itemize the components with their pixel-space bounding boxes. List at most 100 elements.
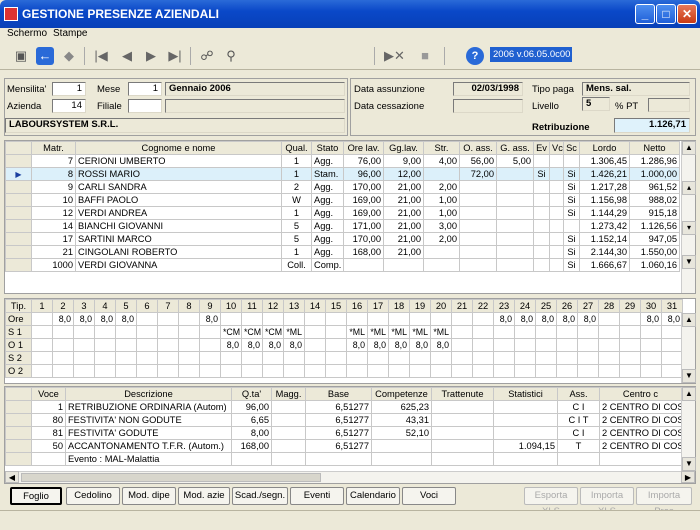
day-cell[interactable]: 8,0 [535,312,557,326]
day-cell[interactable] [31,351,53,365]
scroll-up-icon[interactable]: ▴ [682,181,696,195]
day-cell[interactable] [472,351,494,365]
day-cell[interactable] [640,338,662,352]
table-cell[interactable] [599,452,682,466]
table-cell[interactable]: 169,00 [343,193,384,207]
day-cell[interactable] [94,364,116,378]
day-cell[interactable] [388,312,410,326]
day-cell[interactable] [493,338,515,352]
table-cell[interactable]: 1.144,29 [579,206,630,220]
row-indicator[interactable] [5,245,32,259]
day-cell[interactable]: *CM [241,325,263,339]
table-cell[interactable]: 961,52 [629,180,680,194]
day-header[interactable]: 3 [73,299,95,313]
day-cell[interactable] [157,325,179,339]
column-header[interactable]: Trattenute [431,387,494,401]
day-cell[interactable] [136,351,158,365]
table-cell[interactable]: 169,00 [343,206,384,220]
day-cell[interactable] [157,351,179,365]
day-cell[interactable] [136,338,158,352]
day-cell[interactable] [661,351,683,365]
table-row[interactable]: 7 CERIONI UMBERTO 1 Agg. 76,00 9,00 4,00 56,00 5… [5,154,680,168]
day-cell[interactable] [241,351,263,365]
table-cell[interactable]: 1.060,16 [629,258,680,272]
minimize-button[interactable]: _ [635,4,655,24]
day-cell[interactable] [619,364,641,378]
row-indicator[interactable] [5,206,32,220]
day-cell[interactable]: *ML [283,325,305,339]
day-header[interactable]: 2 [52,299,74,313]
table-cell[interactable] [533,245,550,259]
column-header[interactable]: Cognome e nome [75,141,282,155]
day-cell[interactable] [262,364,284,378]
table-cell[interactable] [423,167,460,181]
table-cell[interactable] [563,154,580,168]
table-cell[interactable]: 1000 [31,258,76,272]
table-cell[interactable]: Si [563,193,580,207]
table-cell[interactable]: 1 [31,400,66,414]
table-cell[interactable]: 988,02 [629,193,680,207]
column-header[interactable]: Competenze [371,387,432,401]
column-header[interactable]: Descrizione [65,387,232,401]
table-row[interactable]: 21 CINGOLANI ROBERTO 1 Agg. 168,00 21,00 Si 2.1… [5,245,680,259]
day-cell[interactable] [199,325,221,339]
day-cell[interactable] [304,325,326,339]
day-cell[interactable] [157,312,179,326]
row-indicator[interactable] [5,232,32,246]
day-cell[interactable] [346,351,368,365]
column-header[interactable]: Magg. [271,387,306,401]
scroll-down-icon[interactable]: ▼ [682,255,696,269]
day-cell[interactable] [430,312,452,326]
day-header[interactable]: 7 [157,299,179,313]
table-cell[interactable] [533,154,550,168]
table-cell[interactable]: 21,00 [383,232,424,246]
day-cell[interactable] [409,351,431,365]
table-cell[interactable]: 52,10 [371,426,432,440]
table-cell[interactable]: 2 CENTRO DI COST [599,413,682,427]
table-cell[interactable] [549,258,564,272]
table-cell[interactable] [533,219,550,233]
last-record-icon[interactable]: ▶| [166,47,184,65]
scroll-up-icon[interactable]: ▲ [682,313,696,327]
table-cell[interactable]: Comp. [311,258,344,272]
day-cell[interactable] [661,325,683,339]
day-cell[interactable] [178,312,200,326]
table-cell[interactable]: 1.152,14 [579,232,630,246]
day-cell[interactable] [451,312,473,326]
table-cell[interactable] [493,452,558,466]
table-cell[interactable]: 1.286,96 [629,154,680,168]
table-cell[interactable]: CARLI SANDRA [75,180,282,194]
day-cell[interactable] [514,325,536,339]
day-cell[interactable] [430,364,452,378]
scroll-down-icon[interactable]: ▾ [682,221,696,235]
mod-dipe-button[interactable]: Mod. dipe [122,487,176,505]
table-cell[interactable] [549,245,564,259]
table-cell[interactable]: 1.666,67 [579,258,630,272]
day-cell[interactable] [598,364,620,378]
table-row[interactable]: 1000 VERDI GIOVANNA Coll. Comp. Si 1.666,67 1.… [5,258,680,272]
day-header[interactable]: 4 [94,299,116,313]
voci-hscrollbar[interactable]: ◀ ▶ [5,471,695,483]
next-record-icon[interactable]: ▶ [142,47,160,65]
day-cell[interactable]: *CM [262,325,284,339]
table-cell[interactable] [496,180,534,194]
table-cell[interactable]: 10 [31,193,76,207]
table-cell[interactable]: 1.126,56 [629,219,680,233]
day-header[interactable]: 23 [493,299,515,313]
table-cell[interactable]: 96,00 [343,167,384,181]
column-header[interactable]: Ass. [557,387,600,401]
day-header[interactable]: 29 [619,299,641,313]
table-cell[interactable] [496,193,534,207]
row-indicator[interactable] [5,439,32,453]
column-header[interactable]: Gg.lav. [383,141,424,155]
table-cell[interactable]: FESTIVITA' GODUTE [65,426,232,440]
day-cell[interactable] [577,351,599,365]
column-header[interactable]: Base [305,387,372,401]
day-cell[interactable]: 8,0 [367,338,389,352]
table-row[interactable]: 50 ACCANTONAMENTO T.F.R. (Autom.) 168,00 6,… [5,439,682,453]
table-cell[interactable] [423,258,460,272]
day-header[interactable]: 24 [514,299,536,313]
day-cell[interactable]: 8,0 [283,338,305,352]
table-row[interactable]: 81 FESTIVITA' GODUTE 8,00 6,51277 52,10 C I2 … [5,426,682,440]
row-indicator[interactable] [5,413,32,427]
